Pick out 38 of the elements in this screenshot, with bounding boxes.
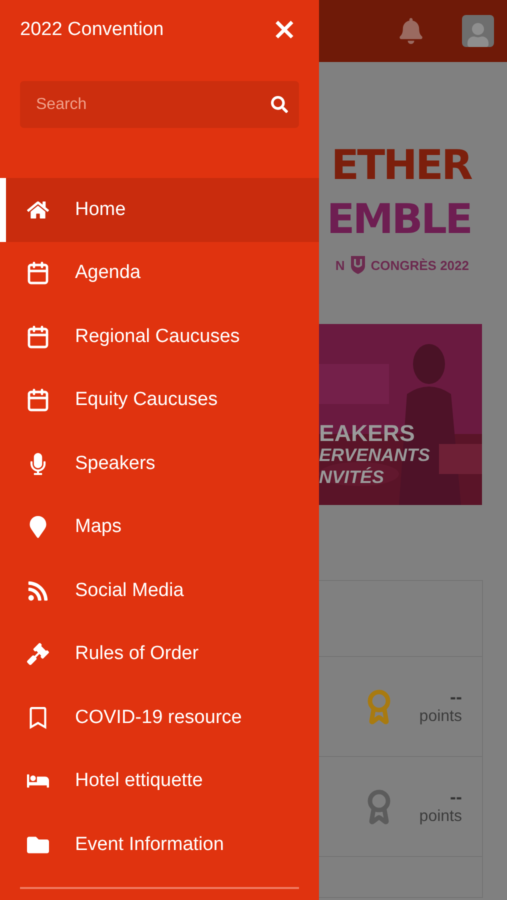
speakers-card[interactable]: EAKERS ERVENANTS NVITÉS xyxy=(319,324,482,505)
bookmark-icon xyxy=(27,706,49,729)
rss-icon xyxy=(27,580,49,602)
menu-item[interactable]: Rules of Order xyxy=(0,622,319,686)
menu-item[interactable]: Speakers xyxy=(0,432,319,496)
card-text: ERVENANTS xyxy=(319,444,430,466)
search-field[interactable]: Search xyxy=(20,81,299,128)
card-text: NVITÉS xyxy=(319,466,386,488)
search-icon xyxy=(271,96,288,113)
gavel-icon xyxy=(27,643,49,666)
menu-item[interactable]: Agenda xyxy=(0,242,319,305)
banner-text: CONGRÈS 2022 xyxy=(370,258,469,272)
banner-text: EMBLE xyxy=(326,194,471,245)
menu-item[interactable]: Home xyxy=(0,178,319,242)
points-label: points xyxy=(419,708,462,726)
home-icon xyxy=(27,198,49,221)
calendar-icon xyxy=(26,261,50,286)
close-button[interactable]: × xyxy=(270,15,299,45)
calendar-icon xyxy=(26,388,50,412)
banner-text: ETHER xyxy=(331,140,471,191)
menu-item[interactable]: Event Information xyxy=(0,813,319,876)
drawer-title: 2022 Convention xyxy=(20,19,164,41)
menu-item[interactable]: Regional Caucuses xyxy=(0,305,319,368)
menu-item[interactable]: Maps xyxy=(0,496,319,559)
points-label: points xyxy=(419,808,462,826)
bell-icon[interactable] xyxy=(398,18,424,44)
banner-text: N xyxy=(335,258,345,272)
menu-item[interactable]: Equity Caucuses xyxy=(0,368,319,432)
menu-item[interactable]: COVID-19 resource xyxy=(0,686,319,750)
map-marker-icon xyxy=(27,516,49,538)
points-value: -- xyxy=(450,787,462,808)
menu-item[interactable]: Social Media xyxy=(0,559,319,622)
calendar-icon xyxy=(26,324,50,349)
avatar[interactable] xyxy=(462,15,494,47)
card-text: EAKERS xyxy=(319,422,416,444)
shield-icon xyxy=(350,256,365,274)
menu-item[interactable]: Hotel ettiquette xyxy=(0,750,319,813)
points-value: -- xyxy=(450,687,462,708)
